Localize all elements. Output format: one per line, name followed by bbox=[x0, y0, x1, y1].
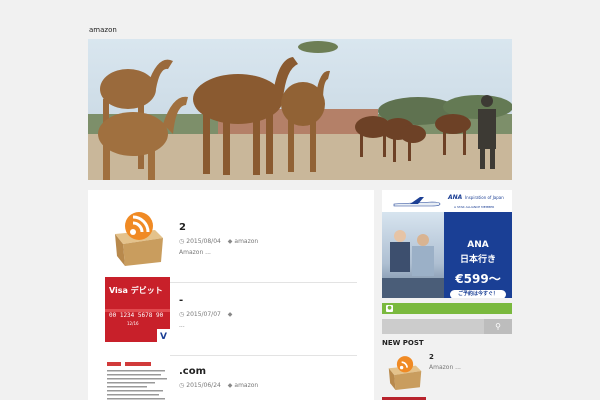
post-excerpt: Amazon ... bbox=[179, 249, 211, 256]
post-title-link[interactable]: .com bbox=[179, 366, 206, 377]
post-thumbnail-document[interactable] bbox=[105, 348, 170, 400]
post-date: 2015/08/04 bbox=[186, 238, 221, 245]
post-title-link[interactable]: 2 bbox=[179, 222, 186, 233]
post-date: 2015/06/24 bbox=[186, 382, 221, 389]
post-category-link[interactable]: amazon bbox=[234, 382, 258, 389]
clock-icon: ◷ bbox=[179, 382, 185, 389]
tag-icon: ◆ bbox=[227, 238, 233, 245]
ad-member: A STAR ALLIANCE MEMBER bbox=[454, 205, 495, 209]
post-category-link[interactable]: amazon bbox=[234, 238, 258, 245]
search-button[interactable]: ⚲ bbox=[484, 319, 512, 334]
ad-cabin-photo bbox=[382, 212, 444, 298]
rss-feed-bar[interactable]: ● bbox=[382, 303, 512, 314]
svg-text:12/16: 12/16 bbox=[127, 321, 139, 326]
new-post-title-link[interactable]: 2 bbox=[429, 353, 434, 361]
header-image-camels bbox=[88, 39, 512, 180]
ana-advertisement[interactable]: ANA Inspiration of Japan A STAR ALLIANCE… bbox=[382, 190, 512, 298]
ad-header: ANA Inspiration of Japan A STAR ALLIANCE… bbox=[382, 190, 512, 212]
new-post-excerpt: Amazon ... bbox=[429, 364, 461, 371]
clock-icon: ◷ bbox=[179, 311, 185, 318]
post-thumbnail-rss-box[interactable] bbox=[105, 204, 170, 269]
post-title-link[interactable]: - bbox=[179, 295, 183, 306]
airplane-icon bbox=[393, 197, 441, 207]
post-list: 2 ◷ 2015/08/04 ◆ amazon Amazon ... Visa デビ… bbox=[88, 190, 374, 400]
feed-icon: ● bbox=[386, 305, 393, 312]
svg-text:V: V bbox=[160, 332, 167, 342]
post-meta: ◷ 2015/08/04 ◆ amazon bbox=[179, 238, 258, 245]
clock-icon: ◷ bbox=[179, 238, 185, 245]
ad-headline: ANA bbox=[467, 240, 489, 250]
svg-text:00 1234 5678 90: 00 1234 5678 90 bbox=[109, 312, 164, 319]
post-thumbnail-visa-debit[interactable]: Visa デビット 00 1234 5678 90 12/16 V bbox=[105, 277, 170, 342]
tag-icon: ◆ bbox=[227, 311, 233, 318]
ad-tagline: Inspiration of Japan bbox=[465, 195, 504, 200]
ad-subhead: 日本行き bbox=[459, 255, 496, 265]
tag-icon: ◆ bbox=[227, 382, 233, 389]
post-excerpt: ... bbox=[179, 322, 185, 329]
site-title[interactable]: amazon bbox=[89, 26, 117, 34]
search-input[interactable]: ⚲ bbox=[382, 319, 512, 334]
ad-price: €599〜 bbox=[455, 272, 501, 286]
post-date: 2015/07/07 bbox=[186, 311, 221, 318]
ad-cta-button[interactable]: ご予約は今すぐ！ bbox=[450, 290, 506, 298]
card-label: Visa デビット bbox=[109, 285, 163, 295]
post-meta: ◷ 2015/07/07 ◆ bbox=[179, 311, 234, 318]
ad-offer-panel: ANA 日本行き €599〜 ご予約は今すぐ！ bbox=[444, 212, 512, 298]
ana-logo: ANA bbox=[448, 194, 463, 201]
new-post-heading: NEW POST bbox=[382, 339, 424, 347]
search-icon: ⚲ bbox=[495, 322, 501, 331]
new-post-thumbnail[interactable] bbox=[382, 352, 426, 390]
post-meta: ◷ 2015/06/24 ◆ amazon bbox=[179, 382, 258, 389]
